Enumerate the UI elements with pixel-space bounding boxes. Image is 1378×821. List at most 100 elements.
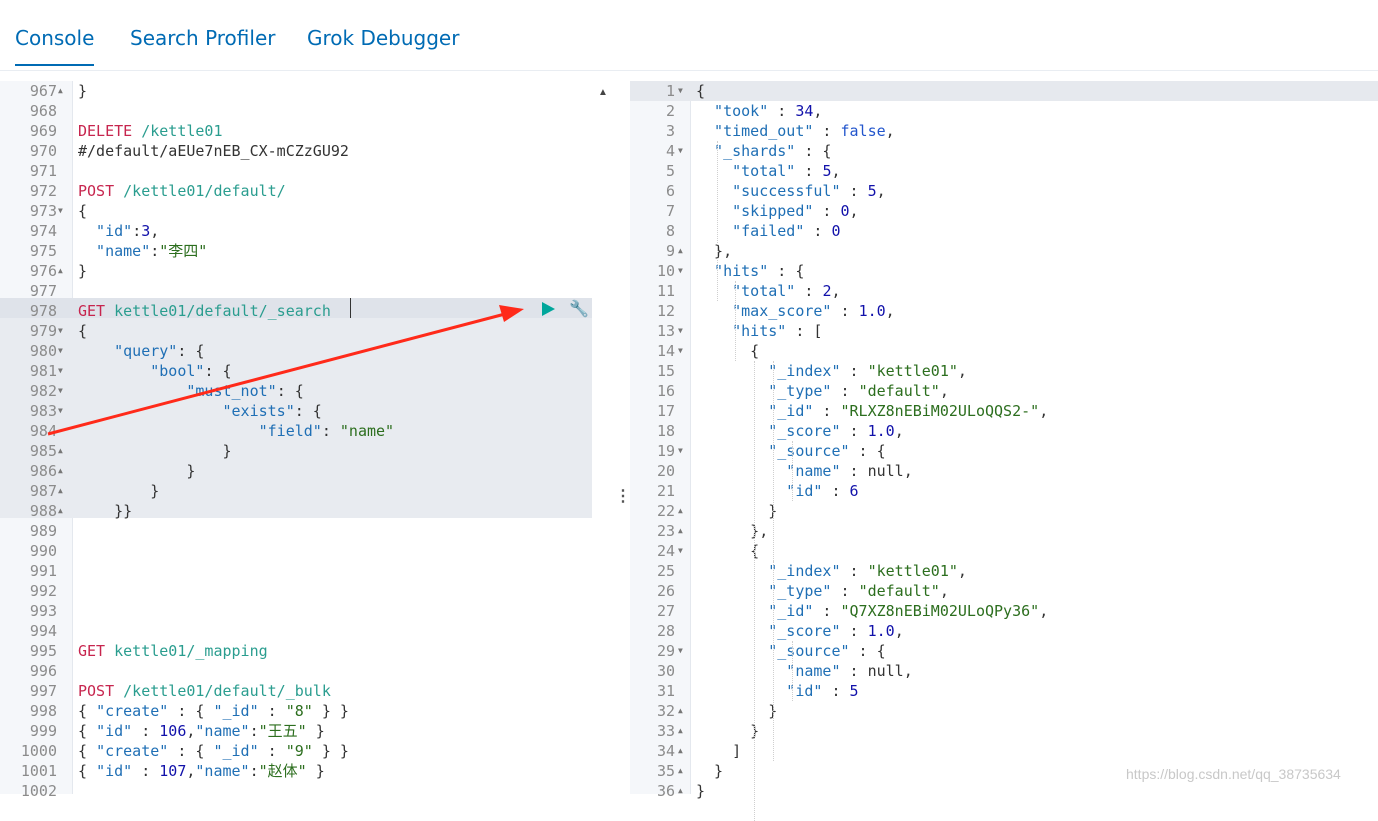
run-request-icon[interactable] [542,302,555,316]
fold-down-icon[interactable]: ▼ [678,541,683,561]
code-text: "_index" : "kettle01", [696,362,967,380]
line-number: 975 [29,242,57,260]
fold-up-icon[interactable]: ▲ [678,241,683,261]
code-text: "query": { [78,342,205,360]
fold-down-icon[interactable]: ▼ [58,321,63,341]
code-text: "_type" : "default", [696,382,949,400]
fold-down-icon[interactable]: ▼ [58,381,63,401]
request-line: 1001 { "id" : 107,"name":"赵体" } [0,761,612,781]
indent-guide [773,361,774,561]
fold-down-icon[interactable]: ▼ [58,341,63,361]
line-number: 9 [665,242,675,260]
fold-up-icon[interactable]: ▲ [678,781,683,801]
request-line: 992 [0,581,612,601]
fold-down-icon[interactable]: ▼ [678,141,683,161]
fold-down-icon[interactable]: ▼ [58,201,63,221]
fold-up-icon[interactable]: ▲ [58,81,63,101]
fold-down-icon[interactable]: ▼ [678,641,683,661]
line-number: 33 [656,722,675,740]
line-number: 13 [656,322,675,340]
code-text: }, [696,242,733,260]
fold-up-icon[interactable]: ▲ [58,481,63,501]
request-line: 997 POST /kettle01/default/_bulk [0,681,612,701]
line-number: 974 [29,222,57,240]
tab-grok-debugger[interactable]: Grok Debugger [307,26,459,50]
code-text: "id" : 5 [696,682,859,700]
code-text: "_id" : "RLXZ8nEBiM02ULoQQS2-", [696,402,1049,420]
fold-up-icon[interactable]: ▲ [58,261,63,281]
fold-up-icon[interactable]: ▲ [678,701,683,721]
code-text: POST /kettle01/default/_bulk [78,682,331,700]
response-line: 24 ▼ { [630,541,1378,561]
response-line: 17 "_id" : "RLXZ8nEBiM02ULoQQS2-", [630,401,1378,421]
response-line: 4 ▼ "_shards" : { [630,141,1378,161]
response-line: 9 ▲ }, [630,241,1378,261]
response-line: 10 ▼ "hits" : { [630,261,1378,281]
request-line: 982 ▼ "must_not": { [0,381,612,401]
code-text: }, [696,522,769,540]
line-number: 2 [665,102,675,120]
fold-down-icon[interactable]: ▼ [58,401,63,421]
fold-up-icon[interactable]: ▲ [58,501,63,521]
code-text: "_index" : "kettle01", [696,562,967,580]
code-text: "max_score" : 1.0, [696,302,895,320]
line-number: 968 [29,102,57,120]
fold-up-icon[interactable]: ▲ [678,741,683,761]
request-line: 990 [0,541,612,561]
line-number: 989 [29,522,57,540]
fold-up-icon[interactable]: ▲ [58,441,63,461]
line-number: 19 [656,442,675,460]
line-number: 991 [29,562,57,580]
line-number: 998 [29,702,57,720]
fold-up-icon[interactable]: ▲ [678,721,683,741]
code-text: "_source" : { [696,442,886,460]
code-text: "successful" : 5, [696,182,886,200]
code-text: } [696,782,706,800]
code-text: "bool": { [78,362,232,380]
tab-console[interactable]: Console [15,26,95,66]
line-number: 1 [665,82,675,100]
response-line: 5 "total" : 5, [630,161,1378,181]
request-line: 1000 { "create" : { "_id" : "9" } } [0,741,612,761]
request-line: 979 ▼ { [0,321,612,341]
line-number: 32 [656,702,675,720]
fold-down-icon[interactable]: ▼ [678,321,683,341]
code-text: } [78,262,88,280]
request-line: 976 ▲} [0,261,612,281]
line-number: 995 [29,642,57,660]
pane-resizer-handle[interactable]: ⋮ [615,486,631,506]
line-number: 28 [656,622,675,640]
request-line: 981 ▼ "bool": { [0,361,612,381]
fold-down-icon[interactable]: ▼ [678,341,683,361]
wrench-icon[interactable]: 🔧 [569,299,589,319]
line-number: 20 [656,462,675,480]
fold-down-icon[interactable]: ▼ [678,81,683,101]
code-text: { [696,542,760,560]
code-text: DELETE /kettle01 [78,122,223,140]
fold-down-icon[interactable]: ▼ [58,361,63,381]
response-line: 3 "timed_out" : false, [630,121,1378,141]
request-line: 984 "field": "name" [0,421,612,441]
code-text: { "id" : 107,"name":"赵体" } [78,762,325,780]
response-line: 23 ▲ }, [630,521,1378,541]
response-line: 11 "total" : 2, [630,281,1378,301]
fold-down-icon[interactable]: ▼ [678,261,683,281]
fold-up-icon[interactable]: ▲ [58,461,63,481]
fold-up-icon[interactable]: ▲ [678,521,683,541]
line-number: 985 [29,442,57,460]
code-text: { "create" : { "_id" : "8" } } [78,702,349,720]
line-number: 987 [29,482,57,500]
request-editor[interactable]: 967 ▲} 968 969 DELETE /kettle01 970 #/default/… [0,81,612,800]
fold-up-icon[interactable]: ▲ [678,761,683,781]
fold-down-icon[interactable]: ▼ [678,441,683,461]
code-text: "name":"李四" [78,242,208,260]
line-number: 34 [656,742,675,760]
line-number: 969 [29,122,57,140]
line-number: 36 [656,782,675,800]
request-line: 970 #/default/aEUe7nEB_CX-mCZzGU92 [0,141,612,161]
request-line: 999 { "id" : 106,"name":"王五" } [0,721,612,741]
tab-search-profiler[interactable]: Search Profiler [130,26,275,50]
fold-up-icon[interactable]: ▲ [678,501,683,521]
code-text: "exists": { [78,402,322,420]
scroll-up-icon[interactable]: ▲ [598,87,608,98]
